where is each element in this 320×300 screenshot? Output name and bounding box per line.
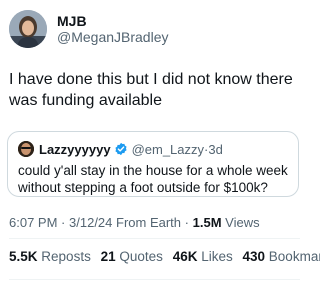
divider <box>9 238 300 239</box>
views-count: 1.5M <box>192 215 222 230</box>
quoted-author-avatar[interactable] <box>18 141 34 157</box>
verified-badge-icon <box>114 142 128 156</box>
author-block: MJB @MeganJBradley <box>57 13 169 46</box>
tweet-meta: 6:07 PM · 3/12/24 From Earth · 1.5M View… <box>9 215 260 230</box>
quotes-stat[interactable]: 21 Quotes <box>101 249 163 264</box>
quoted-tweet[interactable]: Lazzyyyyyy @em_Lazzy · 3d could y'all st… <box>7 131 299 197</box>
views-label: Views <box>225 215 260 230</box>
meta-separator: · <box>184 215 189 230</box>
quotes-count: 21 <box>100 249 116 264</box>
reposts-count: 5.5K <box>9 249 38 264</box>
quoted-tweet-text: could y'all stay in the house for a whol… <box>18 163 288 195</box>
likes-stat[interactable]: 46K Likes <box>173 249 233 264</box>
quoted-avatar-image <box>18 141 34 157</box>
quotes-label: Quotes <box>119 249 163 264</box>
tweet-date[interactable]: 3/12/24 <box>69 215 112 230</box>
author-avatar-image <box>9 10 47 48</box>
divider <box>9 279 300 280</box>
tweet-source: From Earth <box>116 215 182 230</box>
likes-count: 46K <box>172 249 198 264</box>
author-avatar[interactable] <box>9 10 47 48</box>
author-name[interactable]: MJB <box>57 13 169 29</box>
bookmarks-stat[interactable]: 430 Bookmarks <box>243 249 320 264</box>
tweet-text: I have done this but I did not know ther… <box>9 71 293 109</box>
bookmarks-count: 430 <box>242 249 266 264</box>
quoted-tweet-header: Lazzyyyyyy @em_Lazzy · 3d <box>18 141 223 157</box>
bookmarks-label: Bookmarks <box>268 249 320 264</box>
likes-label: Likes <box>201 249 233 264</box>
tweet-time[interactable]: 6:07 PM <box>9 215 57 230</box>
author-handle[interactable]: @MeganJBradley <box>57 29 169 46</box>
reposts-label: Reposts <box>41 249 91 264</box>
quoted-author-name[interactable]: Lazzyyyyyy <box>39 142 111 157</box>
quoted-timestamp[interactable]: 3d <box>208 142 222 157</box>
reposts-stat[interactable]: 5.5K Reposts <box>9 249 91 264</box>
engagement-stats: 5.5K Reposts 21 Quotes 46K Likes 430 Boo… <box>9 249 320 264</box>
meta-separator: · <box>61 215 66 230</box>
quoted-author-handle[interactable]: @em_Lazzy <box>132 142 204 157</box>
